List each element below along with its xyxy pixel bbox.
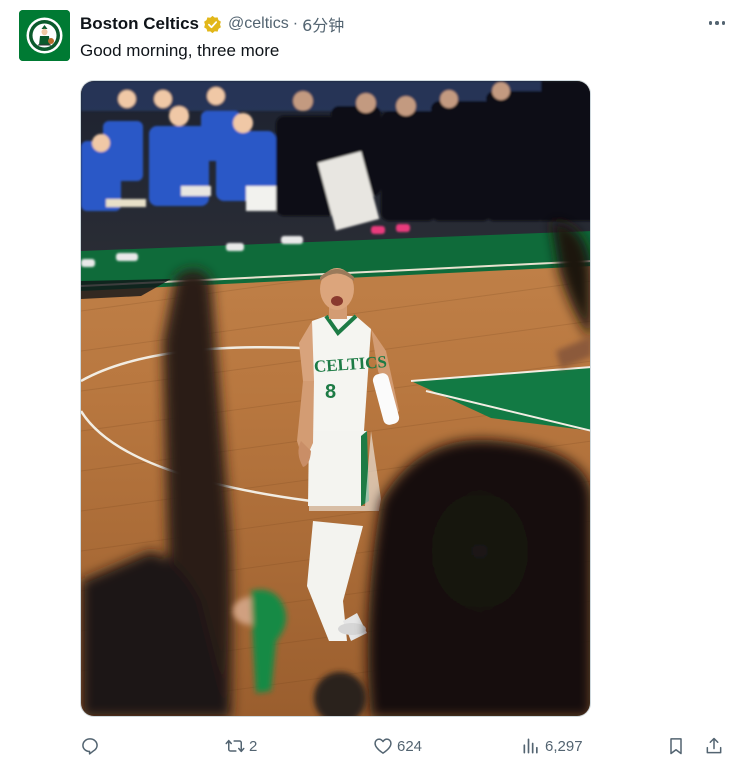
account-avatar[interactable] (19, 10, 70, 61)
tweet-header: Boston Celtics @celtics · 6分钟 (80, 12, 728, 36)
share-button[interactable] (704, 733, 724, 759)
celtics-logo-icon (19, 10, 70, 61)
action-bar: 2 624 6,297 (80, 733, 730, 759)
retweet-icon (225, 739, 245, 753)
retweet-count: 2 (249, 737, 258, 755)
views-count: 6,297 (545, 737, 583, 755)
more-dot (708, 21, 713, 25)
share-icon (706, 737, 722, 754)
photo-scene: CELTICS 8 (81, 81, 590, 716)
separator-dot: · (292, 15, 299, 32)
reply-button[interactable] (80, 733, 104, 759)
like-button[interactable]: 624 (373, 733, 422, 759)
like-count: 624 (397, 737, 423, 755)
more-dot (715, 21, 719, 25)
more-dot (721, 21, 726, 25)
heart-icon (374, 738, 392, 754)
reply-icon (82, 738, 98, 755)
bookmark-icon (670, 738, 682, 755)
account-handle[interactable]: @celtics (228, 15, 289, 33)
tweet-card: Boston Celtics @celtics · 6分钟 Good morni… (0, 0, 748, 776)
more-options-button[interactable] (704, 10, 730, 36)
tweet-text: Good morning, three more (80, 41, 280, 60)
retweet-button[interactable]: 2 (225, 733, 257, 759)
tweet-photo[interactable]: CELTICS 8 (80, 80, 591, 717)
post-time[interactable]: 6分钟 (302, 12, 344, 36)
views-button[interactable]: 6,297 (521, 733, 583, 759)
verified-badge-icon (203, 15, 222, 34)
bookmark-button[interactable] (666, 733, 686, 759)
account-name[interactable]: Boston Celtics (80, 14, 199, 34)
jersey-number: 8 (325, 381, 336, 403)
views-bar-chart-icon (523, 738, 538, 754)
